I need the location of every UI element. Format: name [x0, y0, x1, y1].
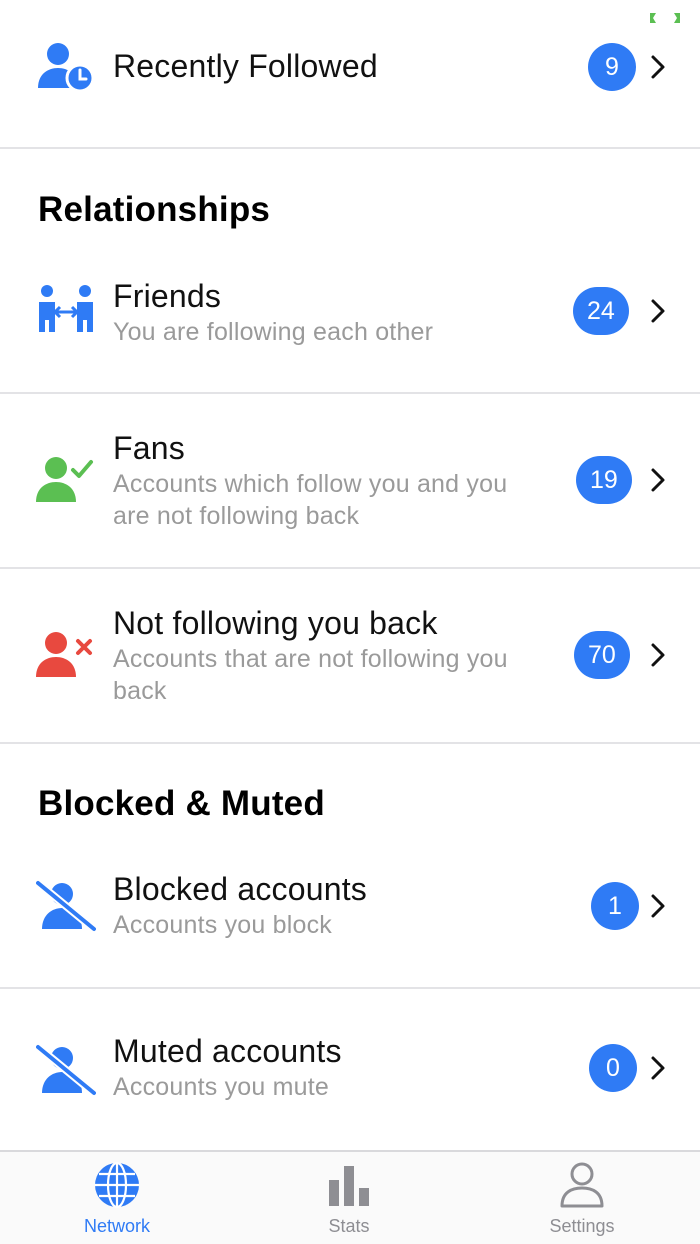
tab-bar: Network Stats Settings	[0, 1150, 700, 1244]
tab-settings-label: Settings	[549, 1216, 615, 1236]
user-check-icon	[36, 457, 93, 502]
chevron-right-icon	[651, 894, 665, 918]
fans-title: Fans	[113, 430, 185, 466]
tab-network[interactable]: Network	[47, 1160, 187, 1244]
user-x-icon	[36, 632, 92, 677]
person-icon	[560, 1162, 604, 1208]
fans-subtitle: Accounts which follow you and you are no…	[113, 470, 508, 530]
recently-followed-row[interactable]: Recently Followed 9	[0, 0, 700, 148]
blocked-accounts-row[interactable]: Blocked accounts Accounts you block 1	[0, 845, 700, 987]
blocked-accounts-subtitle: Accounts you block	[113, 911, 332, 939]
friends-row[interactable]: Friends You are following each other 24	[0, 250, 700, 392]
friends-title: Friends	[113, 278, 222, 314]
muted-accounts-subtitle: Accounts you mute	[113, 1073, 330, 1101]
chevron-right-icon	[651, 299, 665, 323]
section-header-relationships: Relationships	[38, 190, 271, 229]
tab-network-label: Network	[83, 1216, 150, 1236]
divider	[0, 742, 700, 744]
friends-subtitle: You are following each other	[113, 318, 434, 346]
fans-row[interactable]: Fans Accounts which follow you and you a…	[0, 394, 700, 568]
tab-stats[interactable]: Stats	[279, 1160, 419, 1244]
muted-accounts-count-badge: 0	[589, 1044, 637, 1092]
tab-settings[interactable]: Settings	[512, 1160, 652, 1244]
friends-count-badge: 24	[573, 287, 629, 335]
blocked-accounts-count-badge: 1	[591, 882, 639, 930]
user-clock-icon	[38, 43, 95, 93]
not-following-back-subtitle: Accounts that are not following you back	[113, 645, 508, 705]
globe-icon	[95, 1161, 139, 1209]
chevron-right-icon	[651, 468, 665, 492]
user-slash-icon	[36, 879, 96, 933]
recently-followed-count-badge: 9	[588, 43, 636, 91]
user-slash-icon	[36, 1043, 96, 1097]
friends-icon	[39, 285, 93, 332]
chevron-right-icon	[651, 643, 665, 667]
muted-accounts-title: Muted accounts	[113, 1033, 342, 1069]
not-following-back-title: Not following you back	[113, 605, 438, 641]
muted-accounts-row[interactable]: Muted accounts Accounts you mute 0	[0, 989, 700, 1149]
section-header-blocked-muted: Blocked & Muted	[38, 784, 325, 823]
chevron-right-icon	[651, 1056, 665, 1080]
blocked-accounts-title: Blocked accounts	[113, 871, 368, 907]
divider	[0, 147, 700, 149]
chevron-right-icon	[651, 55, 665, 79]
not-following-back-row[interactable]: Not following you back Accounts that are…	[0, 569, 700, 743]
fans-count-badge: 19	[576, 456, 632, 504]
recently-followed-title: Recently Followed	[113, 48, 378, 84]
tab-stats-label: Stats	[328, 1216, 370, 1236]
not-following-back-count-badge: 70	[574, 631, 630, 679]
bar-chart-icon	[329, 1166, 369, 1206]
